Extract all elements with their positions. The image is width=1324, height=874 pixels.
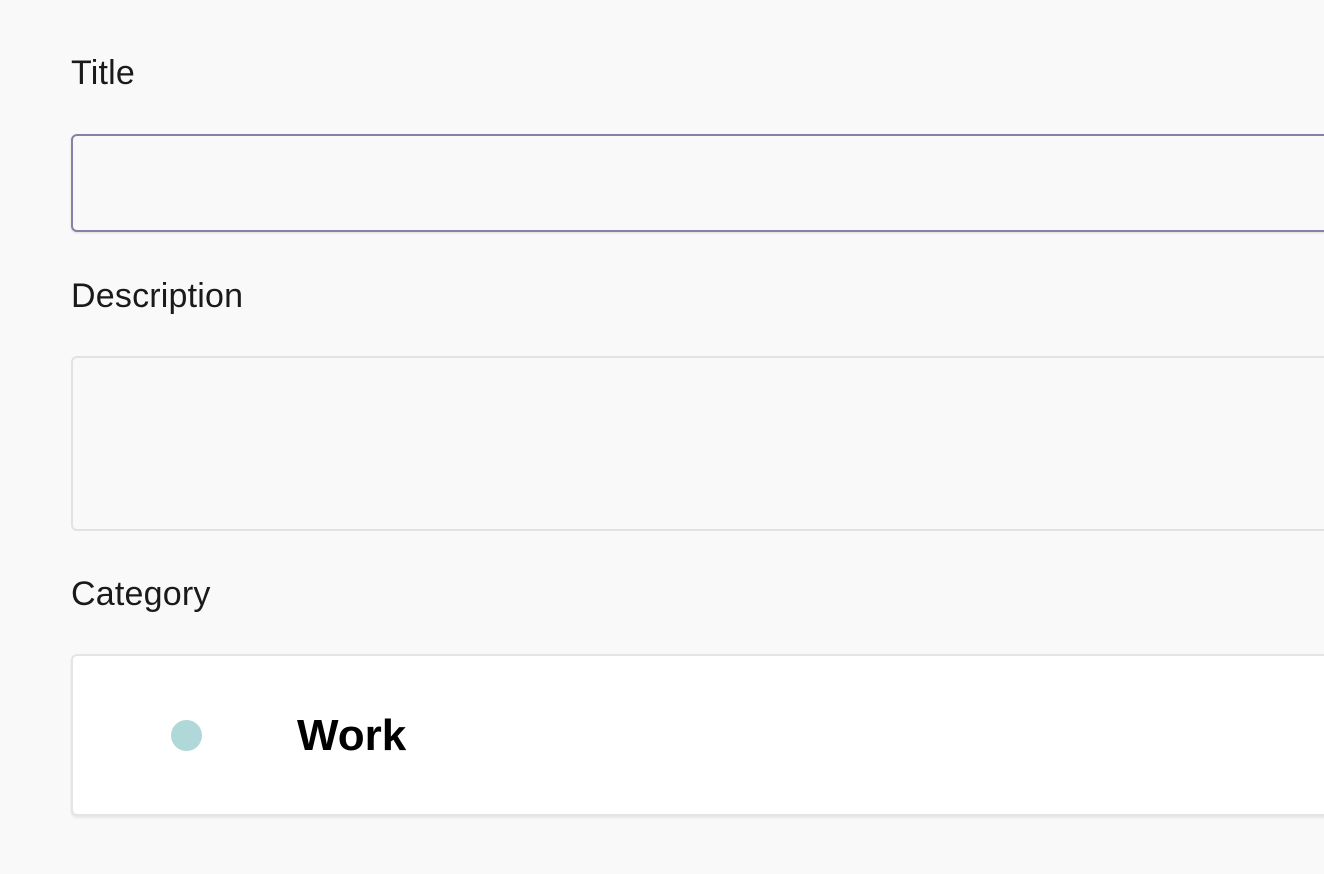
category-label: Category [71,575,211,613]
description-label: Description [71,277,244,315]
category-color-dot-icon [171,720,202,751]
category-select[interactable]: Work [71,654,1324,816]
title-label: Title [71,54,135,92]
title-input[interactable] [71,134,1324,232]
category-selected-value: Work [297,711,407,760]
description-textarea[interactable] [71,356,1324,531]
task-form: Title Description Category Work [0,0,1324,874]
